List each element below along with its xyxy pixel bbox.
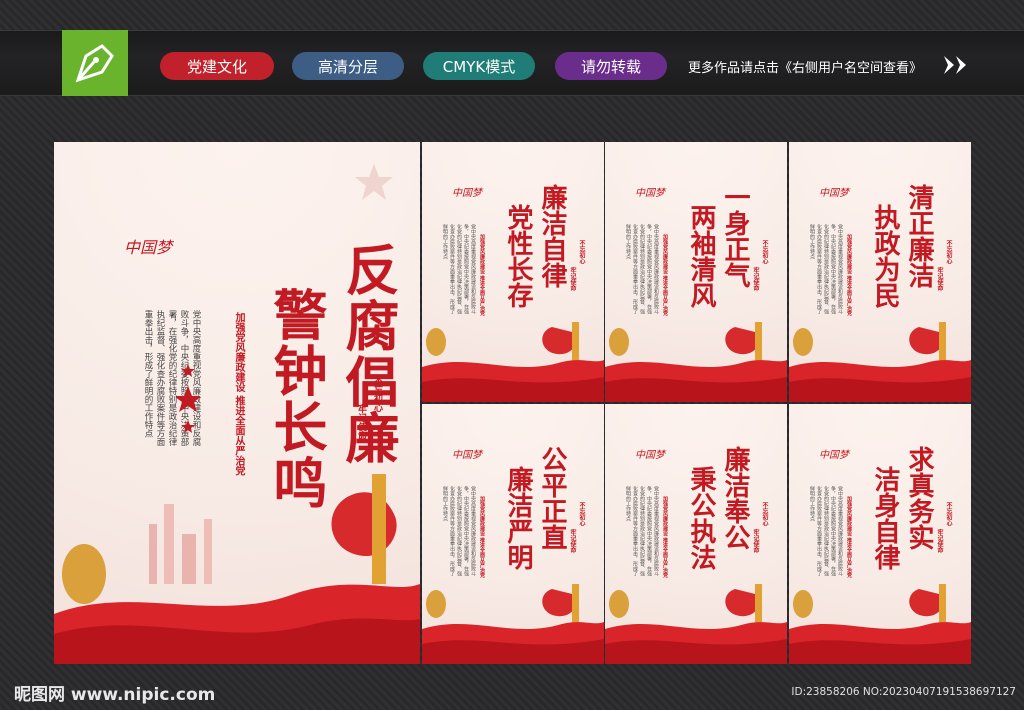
poster-3-seal-1: 不忘初心 [945, 240, 952, 264]
double-chevron-right-icon[interactable] [944, 56, 970, 74]
poster-5-body: 党中央高度重视党风廉政建设和反腐败斗争，中央纪委按照党中央决策部署，在强化党的纪… [625, 486, 659, 576]
site-logo[interactable] [62, 30, 128, 96]
poster-6-subtitle: 加强党风廉政建设 推进全面从严治党 [846, 496, 852, 578]
red-wave-decoration [605, 584, 787, 664]
poster-1-seal-1: 不忘初心 [578, 240, 585, 264]
red-wave-decoration [605, 322, 787, 402]
red-wave-decoration [789, 322, 971, 402]
stars-decoration-icon [176, 364, 200, 433]
poster-4-line1: 公平正直 [537, 446, 567, 550]
poster-1-seal-2: 牢记使命 [569, 267, 576, 291]
poster-3-line2: 执政为民 [870, 204, 900, 308]
poster-2-subtitle: 加强党风廉政建设 推进全面从严治党 [662, 234, 668, 316]
poster-2-body: 党中央高度重视党风廉政建设和反腐败斗争，中央纪委按照党中央决策部署，在强化党的纪… [625, 224, 659, 314]
seal-keep-mission: 牢记使命 [356, 404, 366, 440]
main-poster: 中国梦 反腐倡廉 警钟长鸣 加强党风廉政建设 推进全面从严治党 党中央高度重视党… [54, 142, 420, 664]
poster-3-seal-2: 牢记使命 [936, 267, 943, 291]
poster-6-body: 党中央高度重视党风廉政建设和反腐败斗争，中央纪委按照党中央决策部署，在强化党的纪… [809, 486, 843, 576]
poster-1-subtitle: 加强党风廉政建设 推进全面从严治党 [479, 234, 485, 316]
poster-1-line2: 党性长存 [503, 204, 533, 308]
faint-star-icon [355, 164, 393, 200]
poster-5-seal-2: 牢记使命 [752, 529, 759, 553]
poster-3-line1: 清正廉洁 [904, 184, 934, 288]
poster-3-body: 党中央高度重视党风廉政建设和反腐败斗争，中央纪委按照党中央决策部署，在强化党的纪… [809, 224, 843, 314]
poster-4-line2: 廉洁严明 [503, 466, 533, 570]
poster-2-line1: 一身正气 [720, 184, 750, 288]
more-works-link[interactable]: 更多作品请点击《右侧用户名空间查看》 [688, 57, 922, 76]
china-dream-logo: 中国梦 [452, 188, 482, 199]
china-dream-logo: 中国梦 [452, 450, 482, 461]
poster-5-line1: 廉洁奉公 [720, 446, 750, 550]
china-dream-logo: 中国梦 [819, 188, 849, 199]
tag-party-culture[interactable]: 党建文化 [160, 52, 274, 80]
poster-6-line2: 洁身自律 [870, 466, 900, 570]
image-id-text: ID:23858206 NO:20230407191538697127 [791, 686, 1016, 698]
poster-6-seal-2: 牢记使命 [936, 529, 943, 553]
site-watermark: 昵图网 www.nipic.com [14, 685, 216, 705]
pen-nib-icon [75, 44, 114, 83]
tag-no-repost[interactable]: 请勿转载 [555, 52, 667, 80]
red-wave-decoration [422, 322, 604, 402]
red-wave-decoration [54, 474, 420, 664]
poster-1-line1: 廉洁自律 [537, 184, 567, 288]
poster-5-line2: 秉公执法 [686, 466, 716, 570]
poster-2-seal-1: 不忘初心 [761, 240, 768, 264]
poster-4: 中国梦 公平正直 廉洁严明 党中央高度重视党风廉政建设和反腐败斗争，中央纪委按照… [422, 404, 604, 664]
poster-1-body: 党中央高度重视党风廉政建设和反腐败斗争，中央纪委按照党中央决策部署，在强化党的纪… [442, 224, 476, 314]
poster-6-line1: 求真务实 [904, 446, 934, 550]
poster-2-seal-2: 牢记使命 [752, 267, 759, 291]
poster-5: 中国梦 廉洁奉公 秉公执法 党中央高度重视党风廉政建设和反腐败斗争，中央纪委按照… [605, 404, 787, 664]
poster-2: 中国梦 一身正气 两袖清风 党中央高度重视党风廉政建设和反腐败斗争，中央纪委按照… [605, 142, 787, 402]
poster-4-seal-1: 不忘初心 [578, 502, 585, 526]
poster-4-seal-2: 牢记使命 [569, 529, 576, 553]
poster-5-subtitle: 加强党风廉政建设 推进全面从严治党 [662, 496, 668, 578]
poster-6: 中国梦 求真务实 洁身自律 党中央高度重视党风廉政建设和反腐败斗争，中央纪委按照… [789, 404, 971, 664]
china-dream-logo: 中国梦 [819, 450, 849, 461]
china-dream-logo: 中国梦 [635, 188, 665, 199]
china-dream-logo: 中国梦 [635, 450, 665, 461]
china-dream-logo: 中国梦 [124, 238, 173, 257]
main-title-line1: 反腐倡廉 [336, 242, 400, 466]
tag-cmyk[interactable]: CMYK模式 [423, 52, 535, 80]
poster-1: 中国梦 廉洁自律 党性长存 党中央高度重视党风廉政建设和反腐败斗争，中央纪委按照… [422, 142, 604, 402]
seal-remember-origin: 不忘初心 [372, 376, 382, 412]
red-wave-decoration [789, 584, 971, 664]
poster-4-body: 党中央高度重视党风廉政建设和反腐败斗争，中央纪委按照党中央决策部署，在强化党的纪… [442, 486, 476, 576]
poster-6-seal-1: 不忘初心 [945, 502, 952, 526]
tag-hd-layers[interactable]: 高清分层 [292, 52, 404, 80]
red-wave-decoration [422, 584, 604, 664]
poster-3-subtitle: 加强党风廉政建设 推进全面从严治党 [846, 234, 852, 316]
poster-5-seal-1: 不忘初心 [761, 502, 768, 526]
poster-3: 中国梦 清正廉洁 执政为民 党中央高度重视党风廉政建设和反腐败斗争，中央纪委按照… [789, 142, 971, 402]
poster-4-subtitle: 加强党风廉政建设 推进全面从严治党 [479, 496, 485, 578]
poster-2-line2: 两袖清风 [686, 204, 716, 308]
